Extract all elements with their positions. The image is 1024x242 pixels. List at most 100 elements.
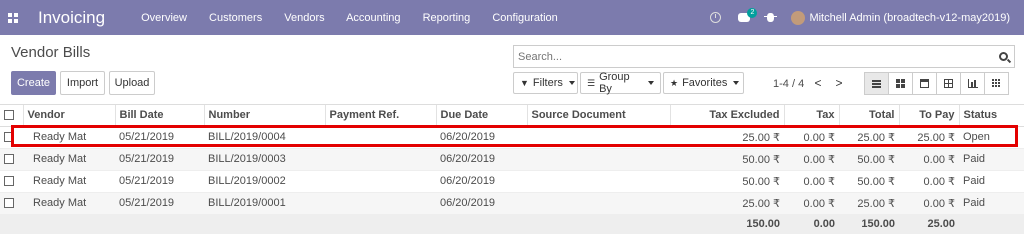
table-row[interactable]: Ready Mat 05/21/2019 BILL/2019/0003 06/2… bbox=[0, 148, 1024, 171]
filter-icon: ▼ bbox=[520, 78, 529, 88]
table-row[interactable]: Ready Mat 05/21/2019 BILL/2019/0004 06/2… bbox=[0, 126, 1024, 149]
systray: 2 Mitchell Admin (broadtech-v12-may2019) bbox=[710, 0, 1024, 35]
total-tax-excluded: 150.00 bbox=[670, 214, 784, 234]
cell-tax-excluded: 50.00 ₹ bbox=[670, 170, 784, 193]
upload-button[interactable]: Upload bbox=[109, 71, 155, 95]
view-switcher bbox=[864, 72, 1009, 95]
column-header[interactable]: Number bbox=[203, 105, 325, 127]
cell-source-document bbox=[527, 126, 670, 149]
pager-value[interactable]: 1-4 / 4 bbox=[773, 78, 804, 90]
column-header[interactable]: Payment Ref. bbox=[324, 105, 436, 127]
favorites-label: Favorites bbox=[682, 77, 728, 89]
menu-reporting[interactable]: Reporting bbox=[423, 12, 471, 24]
graph-view-button[interactable] bbox=[960, 72, 985, 95]
column-header[interactable]: Total bbox=[838, 105, 899, 127]
cell-tax: 0.00 ₹ bbox=[784, 126, 839, 149]
graph-view-icon bbox=[967, 79, 978, 88]
cell-tax: 0.00 ₹ bbox=[784, 148, 839, 171]
import-button[interactable]: Import bbox=[60, 71, 105, 95]
groupby-label: Group By bbox=[599, 71, 630, 95]
list-view-button[interactable] bbox=[864, 72, 889, 95]
table-row[interactable]: Ready Mat 05/21/2019 BILL/2019/0001 06/2… bbox=[0, 192, 1024, 215]
apps-menu-icon[interactable] bbox=[2, 0, 24, 35]
cell-status: Paid bbox=[959, 148, 1024, 171]
column-header[interactable]: To Pay bbox=[898, 105, 959, 127]
menu-customers[interactable]: Customers bbox=[209, 12, 262, 24]
grid-view-icon bbox=[992, 79, 1001, 88]
app-title[interactable]: Invoicing bbox=[38, 8, 105, 28]
menu-overview[interactable]: Overview bbox=[141, 12, 187, 24]
chat-badge: 2 bbox=[747, 8, 758, 18]
kanban-view-icon bbox=[896, 79, 905, 88]
activity-clock-icon[interactable] bbox=[710, 12, 722, 23]
user-menu[interactable]: Mitchell Admin (broadtech-v12-may2019) bbox=[809, 12, 1010, 24]
cell-due-date: 06/20/2019 bbox=[436, 148, 527, 171]
avatar[interactable] bbox=[791, 10, 806, 25]
cell-total: 50.00 ₹ bbox=[839, 170, 899, 193]
row-checkbox[interactable] bbox=[0, 148, 23, 171]
list-view-icon bbox=[872, 79, 881, 88]
chevron-down-icon bbox=[568, 81, 575, 85]
grid-view-button[interactable] bbox=[984, 72, 1009, 95]
menu-accounting[interactable]: Accounting bbox=[346, 12, 400, 24]
select-all-checkbox[interactable] bbox=[0, 105, 23, 127]
pager-previous-button[interactable]: < bbox=[809, 73, 827, 93]
cell-status: Paid bbox=[959, 170, 1024, 193]
column-header[interactable]: Tax bbox=[783, 105, 839, 127]
column-header[interactable]: Status bbox=[958, 105, 1024, 127]
chevron-down-icon bbox=[733, 81, 740, 85]
cell-tax-excluded: 50.00 ₹ bbox=[670, 148, 784, 171]
cell-bill-date: 05/21/2019 bbox=[115, 192, 204, 215]
column-header[interactable]: Due Date bbox=[435, 105, 527, 127]
calendar-view-button[interactable] bbox=[912, 72, 937, 95]
column-header[interactable]: Vendor bbox=[22, 105, 115, 127]
column-header[interactable]: Tax Excluded bbox=[669, 105, 784, 127]
cell-status: Paid bbox=[959, 192, 1024, 215]
total-total: 150.00 bbox=[839, 214, 899, 234]
column-header[interactable]: Source Document bbox=[526, 105, 670, 127]
breadcrumb: Vendor Bills bbox=[11, 44, 91, 61]
row-checkbox[interactable] bbox=[0, 192, 23, 215]
cell-to-pay: 0.00 ₹ bbox=[899, 192, 959, 215]
cell-total: 25.00 ₹ bbox=[839, 126, 899, 149]
cell-bill-date: 05/21/2019 bbox=[115, 148, 204, 171]
row-checkbox[interactable] bbox=[0, 126, 23, 149]
totals-row: 150.00 0.00 150.00 25.00 bbox=[0, 214, 1024, 234]
cell-total: 50.00 ₹ bbox=[839, 148, 899, 171]
cell-total: 25.00 ₹ bbox=[839, 192, 899, 215]
cell-vendor: Ready Mat bbox=[23, 126, 115, 149]
cell-vendor: Ready Mat bbox=[23, 192, 115, 215]
column-header[interactable]: Bill Date bbox=[114, 105, 204, 127]
create-button[interactable]: Create bbox=[11, 71, 56, 95]
cell-payment-ref bbox=[325, 170, 436, 193]
kanban-view-button[interactable] bbox=[888, 72, 913, 95]
cell-bill-date: 05/21/2019 bbox=[115, 126, 204, 149]
search-input[interactable] bbox=[514, 46, 996, 67]
table-header-row: Vendor Bill Date Number Payment Ref. Due… bbox=[0, 105, 1024, 127]
favorites-dropdown[interactable]: ★ Favorites bbox=[663, 72, 744, 94]
cell-source-document bbox=[527, 192, 670, 215]
cell-vendor: Ready Mat bbox=[23, 170, 115, 193]
menu-vendors[interactable]: Vendors bbox=[284, 12, 324, 24]
cell-number: BILL/2019/0003 bbox=[204, 148, 325, 171]
menu-configuration[interactable]: Configuration bbox=[492, 12, 557, 24]
pager-next-button[interactable]: > bbox=[830, 73, 848, 93]
filters-dropdown[interactable]: ▼ Filters bbox=[513, 72, 578, 94]
cell-to-pay: 25.00 ₹ bbox=[899, 126, 959, 149]
chat-icon[interactable]: 2 bbox=[738, 8, 758, 22]
chevron-down-icon bbox=[648, 81, 654, 85]
main-menu: Overview Customers Vendors Accounting Re… bbox=[141, 12, 577, 24]
search-icon[interactable] bbox=[996, 52, 1011, 61]
cell-number: BILL/2019/0004 bbox=[204, 126, 325, 149]
pivot-view-button[interactable] bbox=[936, 72, 961, 95]
table-row[interactable]: Ready Mat 05/21/2019 BILL/2019/0002 06/2… bbox=[0, 170, 1024, 193]
cell-source-document bbox=[527, 148, 670, 171]
debug-bug-icon[interactable] bbox=[764, 13, 778, 22]
cell-to-pay: 0.00 ₹ bbox=[899, 148, 959, 171]
pivot-view-icon bbox=[944, 79, 953, 88]
cell-source-document bbox=[527, 170, 670, 193]
cell-due-date: 06/20/2019 bbox=[436, 126, 527, 149]
cell-number: BILL/2019/0002 bbox=[204, 170, 325, 193]
row-checkbox[interactable] bbox=[0, 170, 23, 193]
groupby-dropdown[interactable]: ☰ Group By bbox=[580, 71, 661, 95]
